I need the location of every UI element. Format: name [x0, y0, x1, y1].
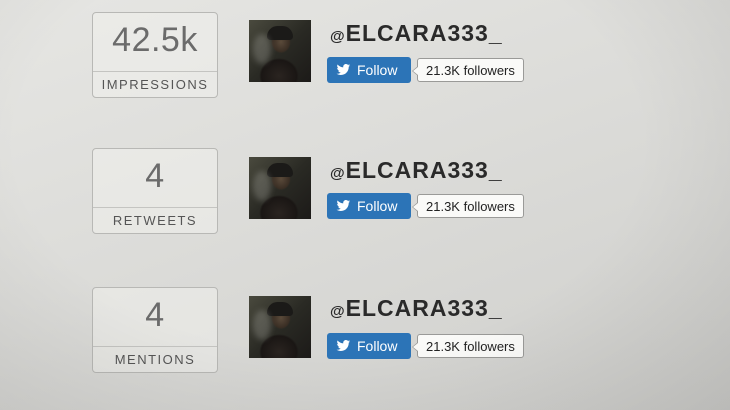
followers-count: 21.3K followers [412, 334, 524, 358]
avatar[interactable] [249, 20, 311, 82]
card-divider [93, 207, 217, 208]
handle-text: ELCARA333_ [345, 295, 503, 321]
stat-row-retweets: 4 RETWEETS @ELCARA333_ Follow 21.3K foll… [0, 148, 730, 248]
user-handle[interactable]: @ELCARA333_ [330, 295, 503, 322]
retweets-value: 4 [145, 157, 165, 195]
at-symbol: @ [330, 165, 346, 182]
impressions-card: 42.5k IMPRESSIONS [92, 12, 218, 98]
stat-row-impressions: 42.5k IMPRESSIONS @ELCARA333_ Follow 21.… [0, 12, 730, 112]
avatar[interactable] [249, 157, 311, 219]
follow-label: Follow [357, 198, 398, 214]
twitter-bird-icon [336, 200, 351, 211]
retweets-card: 4 RETWEETS [92, 148, 218, 234]
mentions-value: 4 [145, 296, 165, 334]
user-handle[interactable]: @ELCARA333_ [330, 20, 503, 47]
stat-row-mentions: 4 MENTIONS @ELCARA333_ Follow 21.3K foll… [0, 287, 730, 387]
handle-text: ELCARA333_ [345, 20, 503, 46]
at-symbol: @ [330, 303, 346, 320]
card-divider [93, 346, 217, 347]
mentions-card: 4 MENTIONS [92, 287, 218, 373]
follow-button[interactable]: Follow [327, 193, 411, 219]
followers-count: 21.3K followers [412, 58, 524, 82]
follow-button[interactable]: Follow [327, 333, 411, 359]
card-divider [93, 71, 217, 72]
follow-label: Follow [357, 338, 398, 354]
handle-text: ELCARA333_ [345, 157, 503, 183]
twitter-bird-icon [336, 340, 351, 351]
follow-label: Follow [357, 62, 398, 78]
retweets-label: RETWEETS [112, 213, 198, 228]
impressions-value: 42.5k [112, 21, 198, 59]
mentions-label: MENTIONS [114, 352, 196, 367]
user-handle[interactable]: @ELCARA333_ [330, 157, 503, 184]
twitter-bird-icon [336, 64, 351, 75]
impressions-label: IMPRESSIONS [101, 77, 209, 92]
followers-count: 21.3K followers [412, 194, 524, 218]
follow-button[interactable]: Follow [327, 57, 411, 83]
avatar[interactable] [249, 296, 311, 358]
at-symbol: @ [330, 28, 346, 45]
